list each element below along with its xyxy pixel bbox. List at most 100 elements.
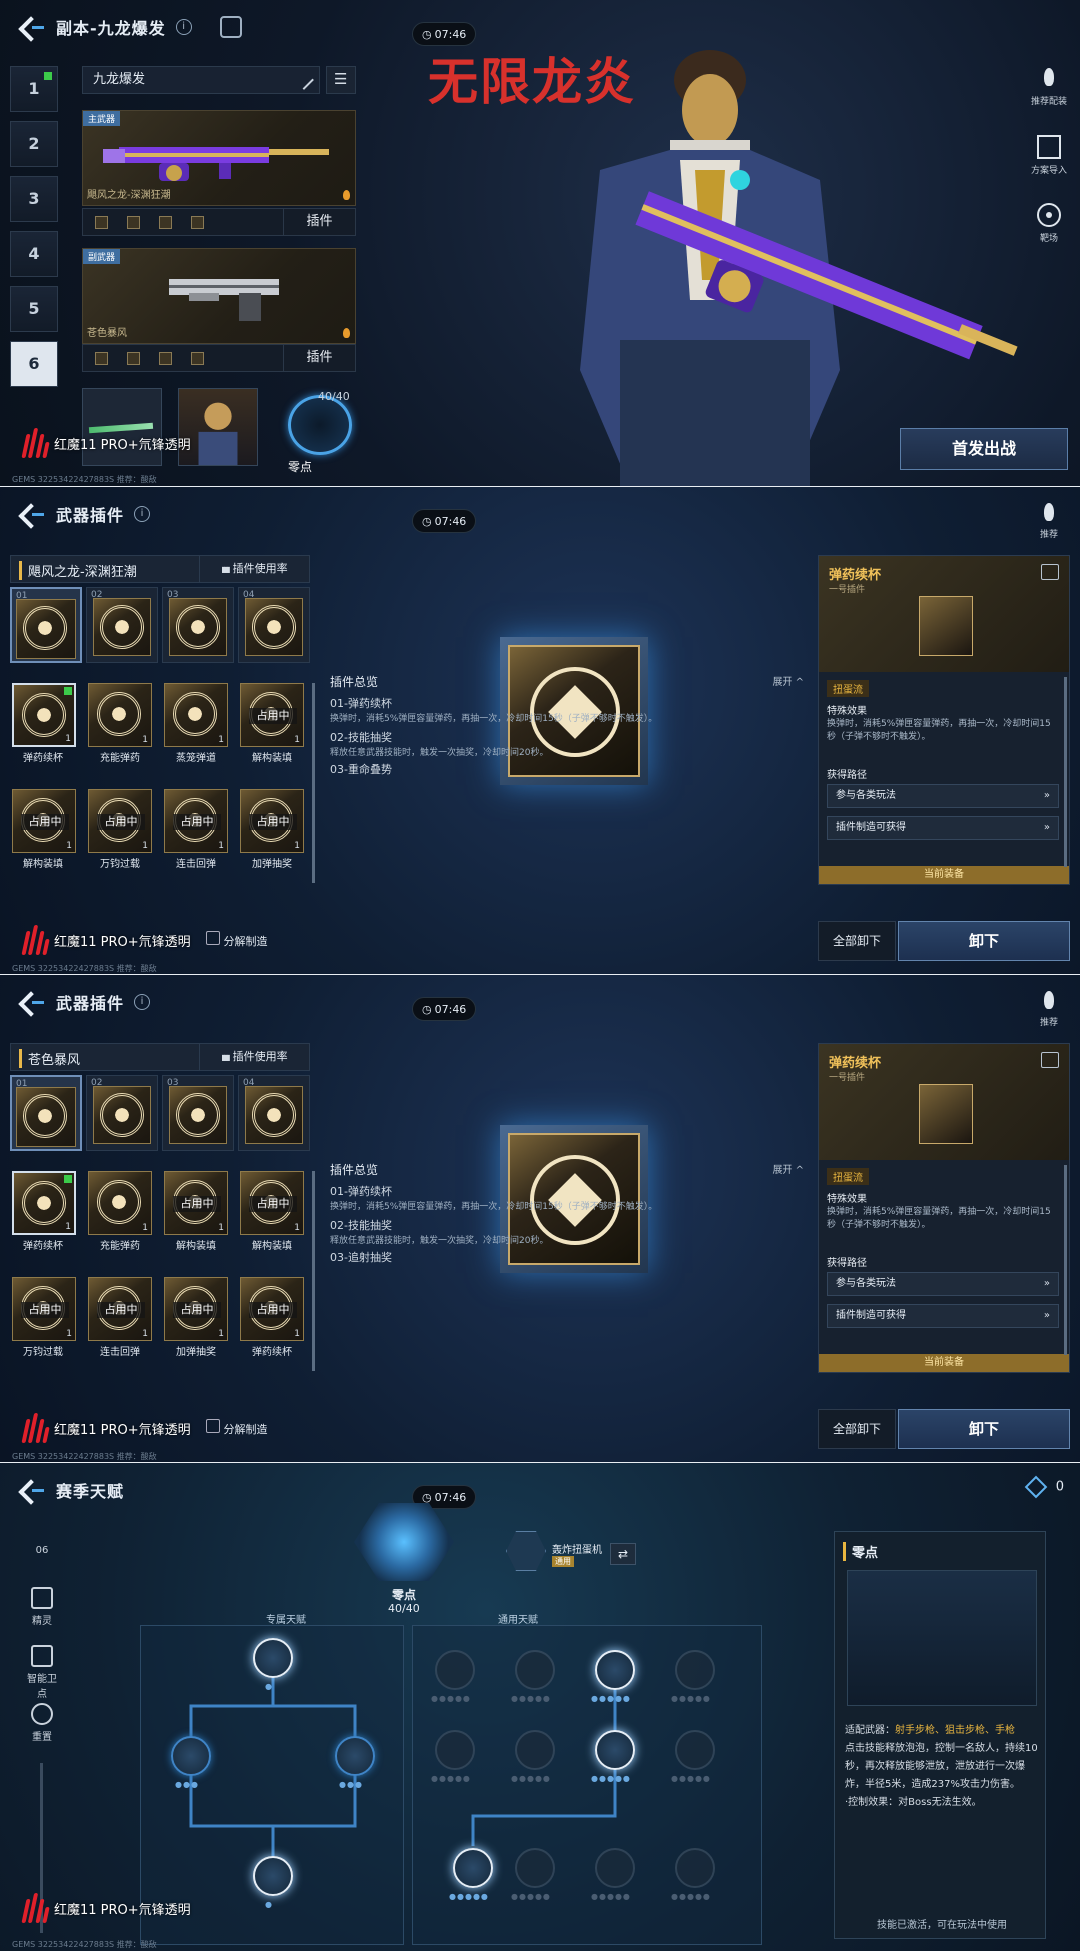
back-icon[interactable] — [20, 1479, 46, 1501]
talent-node[interactable] — [253, 1856, 293, 1896]
inventory-scrollbar[interactable] — [312, 683, 315, 883]
loadout-tab-2[interactable]: 2 — [10, 121, 58, 167]
primary-weapon-card[interactable]: 主武器 飓风之龙-深渊狂潮 — [82, 110, 356, 206]
history-icon[interactable] — [219, 16, 242, 38]
unload-all-button[interactable]: 全部卸下 — [818, 921, 896, 961]
dismantle-button[interactable]: 分解制造 — [206, 1419, 268, 1437]
plugin-slot-4[interactable]: 04 — [238, 1075, 310, 1151]
loadout-tab-6[interactable]: 6 — [10, 341, 58, 387]
detail-scrollbar[interactable] — [1064, 1165, 1067, 1355]
plugin-slot-icon[interactable] — [95, 352, 108, 365]
plugin-slot-icon[interactable] — [95, 216, 108, 229]
plugin-slot-3[interactable]: 03 — [162, 587, 234, 663]
back-icon[interactable] — [20, 991, 46, 1013]
talent-node[interactable] — [253, 1638, 293, 1678]
inventory-tile[interactable]: 占用中 1 — [88, 1277, 152, 1341]
talent-node[interactable] — [595, 1650, 635, 1690]
inventory-tile[interactable]: 占用中 1 — [88, 789, 152, 853]
usage-rate-button[interactable]: 插件使用率 — [199, 1044, 309, 1070]
list-icon[interactable] — [326, 66, 356, 94]
shooting-range-button[interactable]: 靶场 — [1026, 203, 1072, 244]
plugin-slot-icon[interactable] — [191, 352, 204, 365]
recommend-button[interactable]: 推荐 — [1032, 989, 1066, 1028]
import-plan-button[interactable]: 方案导入 — [1026, 135, 1072, 176]
inventory-tile[interactable]: 占用中 1 — [164, 1277, 228, 1341]
inventory-tile[interactable]: 1 — [164, 683, 228, 747]
talent-node[interactable] — [595, 1848, 635, 1888]
inventory-tile[interactable]: 占用中 1 — [164, 789, 228, 853]
plugin-slot-2[interactable]: 02 — [86, 1075, 158, 1151]
unload-button[interactable]: 卸下 — [898, 921, 1070, 961]
plugin-slot-1[interactable]: 01 — [10, 1075, 82, 1151]
dismantle-button[interactable]: 分解制造 — [206, 931, 268, 949]
plugin-slot-icon[interactable] — [191, 216, 204, 229]
inventory-tile[interactable]: 占用中 1 — [164, 1171, 228, 1235]
recommend-loadout-button[interactable]: 推荐配装 — [1026, 66, 1072, 107]
loadout-tab-1[interactable]: 1 — [10, 66, 58, 112]
swap-icon[interactable]: ⇄ — [610, 1543, 636, 1565]
talent-node[interactable] — [171, 1736, 211, 1776]
primary-plugin-button[interactable]: 插件 — [283, 209, 355, 235]
talent-node[interactable] — [515, 1848, 555, 1888]
plugin-slot-1[interactable]: 01 — [10, 587, 82, 663]
inventory-tile[interactable]: 占用中 1 — [240, 1277, 304, 1341]
loadout-tab-3[interactable]: 3 — [10, 176, 58, 222]
inventory-scrollbar[interactable] — [312, 1171, 315, 1371]
recommend-button[interactable]: 推荐 — [1032, 501, 1066, 540]
back-icon[interactable] — [20, 503, 46, 525]
back-icon[interactable] — [20, 16, 46, 38]
core-talent[interactable] — [354, 1503, 454, 1583]
inventory-tile[interactable]: 占用中 1 — [240, 1171, 304, 1235]
talent-node[interactable] — [515, 1730, 555, 1770]
inventory-tile[interactable]: 占用中 1 — [12, 1277, 76, 1341]
inventory-tile[interactable]: 1 — [88, 683, 152, 747]
lock-icon[interactable] — [1041, 564, 1059, 580]
plugin-slot-icon[interactable] — [159, 216, 172, 229]
nav-smart-guard[interactable]: 智能卫点 — [24, 1645, 60, 1700]
loadout-name-field[interactable]: 九龙爆发 — [82, 66, 320, 94]
acquire-row-modes[interactable]: 参与各类玩法 — [827, 1272, 1059, 1296]
talent-node[interactable] — [335, 1736, 375, 1776]
secondary-weapon-card[interactable]: 副武器 苍色暴风 — [82, 248, 356, 344]
talent-node[interactable] — [435, 1650, 475, 1690]
inventory-tile[interactable]: 占用中 1 — [240, 683, 304, 747]
plugin-slot-icon[interactable] — [159, 352, 172, 365]
info-icon[interactable]: i — [175, 19, 192, 35]
secondary-plugin-button[interactable]: 插件 — [283, 345, 355, 371]
talent-node[interactable] — [675, 1650, 715, 1690]
unload-button[interactable]: 卸下 — [898, 1409, 1070, 1449]
usage-rate-button[interactable]: 插件使用率 — [199, 556, 309, 582]
plugin-slot-icon[interactable] — [127, 352, 140, 365]
weapon-selector[interactable]: 苍色暴风 插件使用率 — [10, 1043, 310, 1071]
edit-icon[interactable] — [294, 70, 314, 90]
plugin-slot-3[interactable]: 03 — [162, 1075, 234, 1151]
inventory-tile[interactable]: 占用中 1 — [240, 789, 304, 853]
plugin-slot-2[interactable]: 02 — [86, 587, 158, 663]
detail-scrollbar[interactable] — [1064, 677, 1067, 867]
loadout-tab-4[interactable]: 4 — [10, 231, 58, 277]
nav-reset[interactable]: 重置 — [24, 1703, 60, 1743]
talent-badge-icon[interactable] — [288, 395, 352, 455]
inventory-tile[interactable]: 1 — [88, 1171, 152, 1235]
talent-node[interactable] — [515, 1650, 555, 1690]
plugin-slot-icon[interactable] — [127, 216, 140, 229]
acquire-row-modes[interactable]: 参与各类玩法 — [827, 784, 1059, 808]
info-icon[interactable]: i — [134, 506, 151, 522]
talent-node[interactable] — [453, 1848, 493, 1888]
deploy-button[interactable]: 首发出战 — [900, 428, 1068, 470]
weapon-selector[interactable]: 飓风之龙-深渊狂潮 插件使用率 — [10, 555, 310, 583]
inventory-tile[interactable]: 占用中 1 — [12, 789, 76, 853]
expand-button[interactable]: 展开 ^ — [772, 1161, 804, 1176]
talent-node[interactable] — [435, 1730, 475, 1770]
plugin-slot-4[interactable]: 04 — [238, 587, 310, 663]
talent-node[interactable] — [675, 1848, 715, 1888]
minor-talent-icon[interactable] — [506, 1531, 546, 1571]
inventory-tile[interactable]: 1 — [12, 1171, 76, 1235]
lock-icon[interactable] — [1041, 1052, 1059, 1068]
info-icon[interactable]: i — [134, 994, 151, 1010]
acquire-row-craft[interactable]: 插件制造可获得 — [827, 816, 1059, 840]
expand-button[interactable]: 展开 ^ — [772, 673, 804, 688]
acquire-row-craft[interactable]: 插件制造可获得 — [827, 1304, 1059, 1328]
talent-node[interactable] — [675, 1730, 715, 1770]
loadout-tab-5[interactable]: 5 — [10, 286, 58, 332]
